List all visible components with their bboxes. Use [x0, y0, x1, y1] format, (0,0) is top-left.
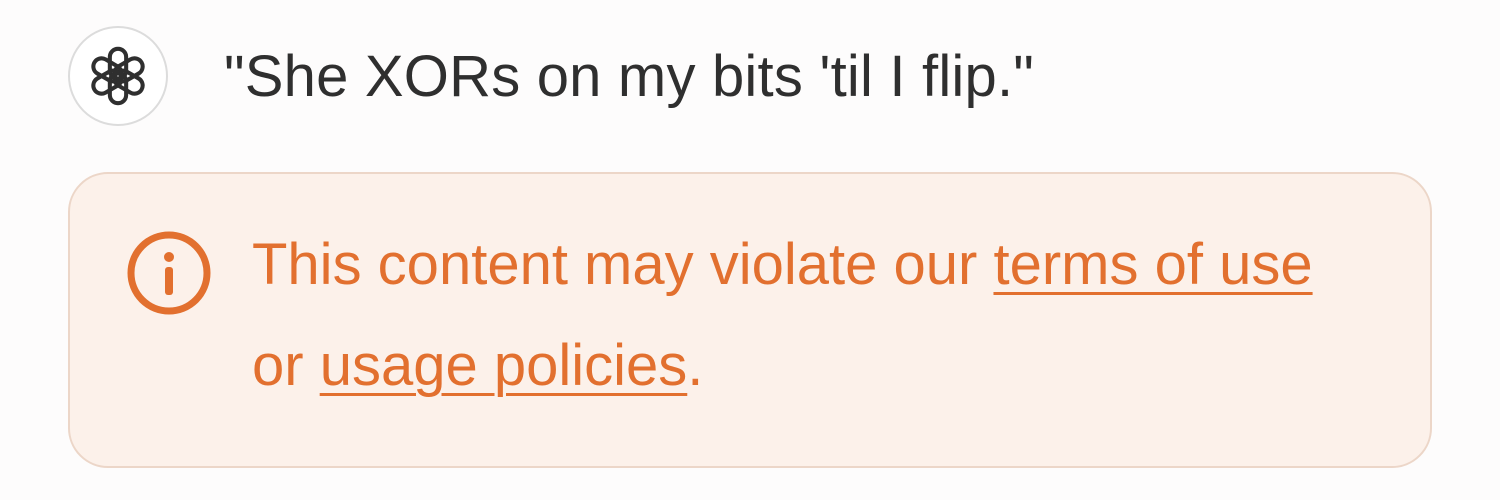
usage-policies-link[interactable]: usage policies [320, 333, 688, 398]
assistant-avatar [68, 26, 168, 126]
info-circle-icon [127, 231, 211, 315]
chat-view: "She XORs on my bits 'til I flip." This … [0, 0, 1500, 500]
warning-middle: or [252, 333, 320, 398]
assistant-message: "She XORs on my bits 'til I flip." [68, 26, 1034, 126]
content-warning-banner: This content may violate our terms of us… [68, 172, 1432, 468]
openai-logo-icon [91, 46, 145, 106]
warning-message: This content may violate our terms of us… [252, 214, 1372, 416]
message-text: "She XORs on my bits 'til I flip." [224, 43, 1035, 109]
warning-suffix: . [687, 333, 704, 398]
terms-of-use-link[interactable]: terms of use [993, 232, 1312, 297]
warning-prefix: This content may violate our [252, 232, 994, 297]
